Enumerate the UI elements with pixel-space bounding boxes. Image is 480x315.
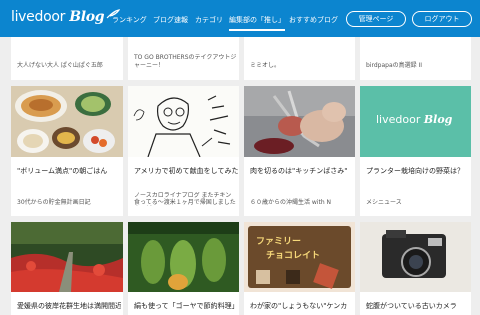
card-title: 愛媛県の彼岸花群生地は満開間近 <box>17 302 121 310</box>
livedoor-blog-logo[interactable]: livedoor Blog <box>11 9 121 25</box>
logo-text: livedoor <box>11 9 66 25</box>
card-blog-name: メシニュース <box>366 199 402 206</box>
chocolate-sign: ファミリー チョコレイト <box>248 226 351 289</box>
card-blog-name: ６０歳からの沖縄生活 with N <box>250 199 332 206</box>
card-thumbnail <box>11 222 123 292</box>
choco-piece <box>286 270 300 284</box>
card-blog-name: 30代からの貯金無計画日記 <box>17 199 91 206</box>
card-blog-name: 大人げない大人 ぱぐ山ぱぐ五郎 <box>17 62 103 69</box>
breakfast-image <box>11 86 123 157</box>
card-title: TO GO BROTHERSのテイクアウトジャーニー！ <box>134 54 237 69</box>
scissors-meat-image <box>244 86 355 157</box>
card-thumbnail <box>128 86 239 157</box>
card-title: アメリカで初めて献血をしてみた <box>134 167 238 175</box>
card-blog-name: ノースカロライナブログ またチキン食ってる〜渡米１ヶ月で帰国しました人の話 <box>134 192 236 206</box>
manage-page-button[interactable]: 管理ページ <box>346 11 406 27</box>
logo-blog-text: Blog <box>69 9 105 25</box>
illustration-image <box>128 86 239 157</box>
article-card[interactable]: 大人げない大人 ぱぐ山ぱぐ五郎 <box>11 37 123 80</box>
card-thumbnail: ファミリー チョコレイト <box>244 222 355 292</box>
card-thumbnail <box>360 222 471 292</box>
bellows-camera-image <box>360 222 471 292</box>
card-title: 蛇腹がついている古いカメラ <box>366 302 457 310</box>
thumb-logo: livedoor Blog <box>376 113 452 126</box>
article-card[interactable]: livedoor Blog プランター栽培向けの野菜は？ メシニュース <box>360 86 471 216</box>
card-thumbnail <box>244 86 355 157</box>
article-card[interactable]: TO GO BROTHERSのテイクアウトジャーニー！ <box>128 37 239 80</box>
card-blog-name: ミミオし。 <box>250 62 281 69</box>
card-thumbnail <box>128 222 239 292</box>
thumb-logo-text: livedoor <box>376 113 421 126</box>
choco-piece <box>256 270 270 284</box>
card-blog-name: birdpapaの鳥選録 II <box>366 62 423 69</box>
article-card[interactable]: birdpapaの鳥選録 II <box>360 37 471 80</box>
card-title: 絹も使って「ゴーヤで節約料理」 <box>134 302 238 310</box>
card-title: 肉を切るのは"キッチンばさみ" <box>250 167 348 175</box>
article-card[interactable]: 絹も使って「ゴーヤで節約料理」 <box>128 222 239 315</box>
thumb-text-1: ファミリー <box>256 237 302 247</box>
card-title: "ボリューム満点"の朝ごはん <box>17 167 108 175</box>
goya-image <box>128 222 239 292</box>
article-card[interactable]: "ボリューム満点"の朝ごはん 30代からの貯金無計画日記 <box>11 86 123 216</box>
logout-button[interactable]: ログアウト <box>412 11 472 27</box>
card-title: わが家の"しょうもない"ケンカ <box>250 302 348 310</box>
thumb-logo-blog: Blog <box>423 113 453 126</box>
choco-piece <box>313 263 339 289</box>
nav-ranking[interactable]: ランキング <box>112 15 147 25</box>
nav-blog-news[interactable]: ブログ速報 <box>153 15 188 25</box>
thumb-text-2: チョコレイト <box>266 251 321 261</box>
article-card[interactable]: ファミリー チョコレイト わが家の"しょうもない"ケンカ <box>244 222 355 315</box>
article-card[interactable]: 愛媛県の彼岸花群生地は満開間近 <box>11 222 123 315</box>
nav-recommended-blogs[interactable]: おすすめブログ <box>289 15 338 25</box>
article-card[interactable]: 肉を切るのは"キッチンばさみ" ６０歳からの沖縄生活 with N <box>244 86 355 216</box>
article-card[interactable]: アメリカで初めて献血をしてみた ノースカロライナブログ またチキン食ってる〜渡米… <box>128 86 239 216</box>
card-thumbnail <box>11 86 123 157</box>
top-header: livedoor Blog ランキング ブログ速報 カテゴリ 編集部の「推し」 … <box>0 0 480 37</box>
red-spider-lily-image <box>11 222 123 292</box>
article-card[interactable]: ミミオし。 <box>244 37 355 80</box>
card-title: プランター栽培向けの野菜は？ <box>366 167 464 175</box>
card-thumbnail: livedoor Blog <box>360 86 471 157</box>
article-card[interactable]: 蛇腹がついている古いカメラ <box>360 222 471 315</box>
nav-editor-picks[interactable]: 編集部の「推し」 <box>229 15 285 31</box>
nav-category[interactable]: カテゴリ <box>195 15 223 25</box>
